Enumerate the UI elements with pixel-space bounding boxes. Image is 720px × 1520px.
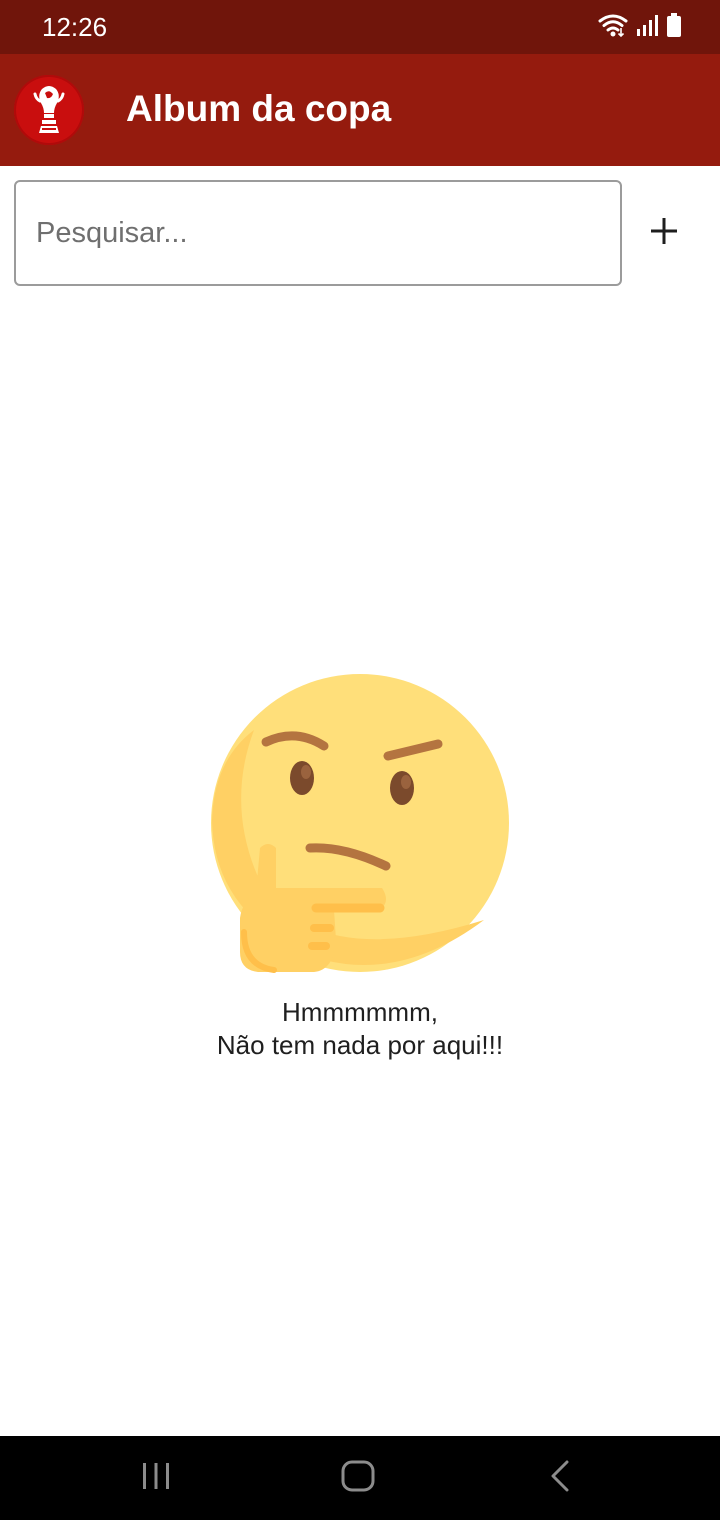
signal-icon [636, 13, 658, 42]
app-title: Album da copa [126, 88, 392, 129]
search-field[interactable] [14, 180, 622, 286]
app-bar: Album da copa [0, 54, 720, 166]
home-button[interactable] [318, 1450, 398, 1506]
status-bar: 12:26 [0, 0, 720, 54]
recent-apps-icon [141, 1461, 171, 1496]
back-button[interactable] [520, 1450, 600, 1506]
thinking-face-icon [204, 670, 516, 976]
home-icon [341, 1460, 375, 1497]
status-time: 12:26 [42, 12, 108, 42]
back-icon [549, 1460, 571, 1497]
navigation-bar [0, 1436, 720, 1520]
empty-message: Hmmmmmm, Não tem nada por aqui!!! [0, 996, 720, 1062]
empty-message-line2: Não tem nada por aqui!!! [216, 1030, 504, 1060]
screen: 12:26 Album da copa Pesquisar... Hmmmmmm… [0, 0, 720, 1520]
plus-icon [649, 216, 679, 251]
battery-icon [666, 12, 682, 43]
recent-apps-button[interactable] [116, 1450, 196, 1506]
trophy-icon [14, 75, 84, 145]
add-button[interactable] [634, 196, 694, 270]
search-input[interactable] [36, 182, 606, 284]
wifi-icon [598, 12, 628, 43]
status-icons [598, 12, 682, 42]
empty-message-line1: Hmmmmmm, [282, 997, 438, 1027]
